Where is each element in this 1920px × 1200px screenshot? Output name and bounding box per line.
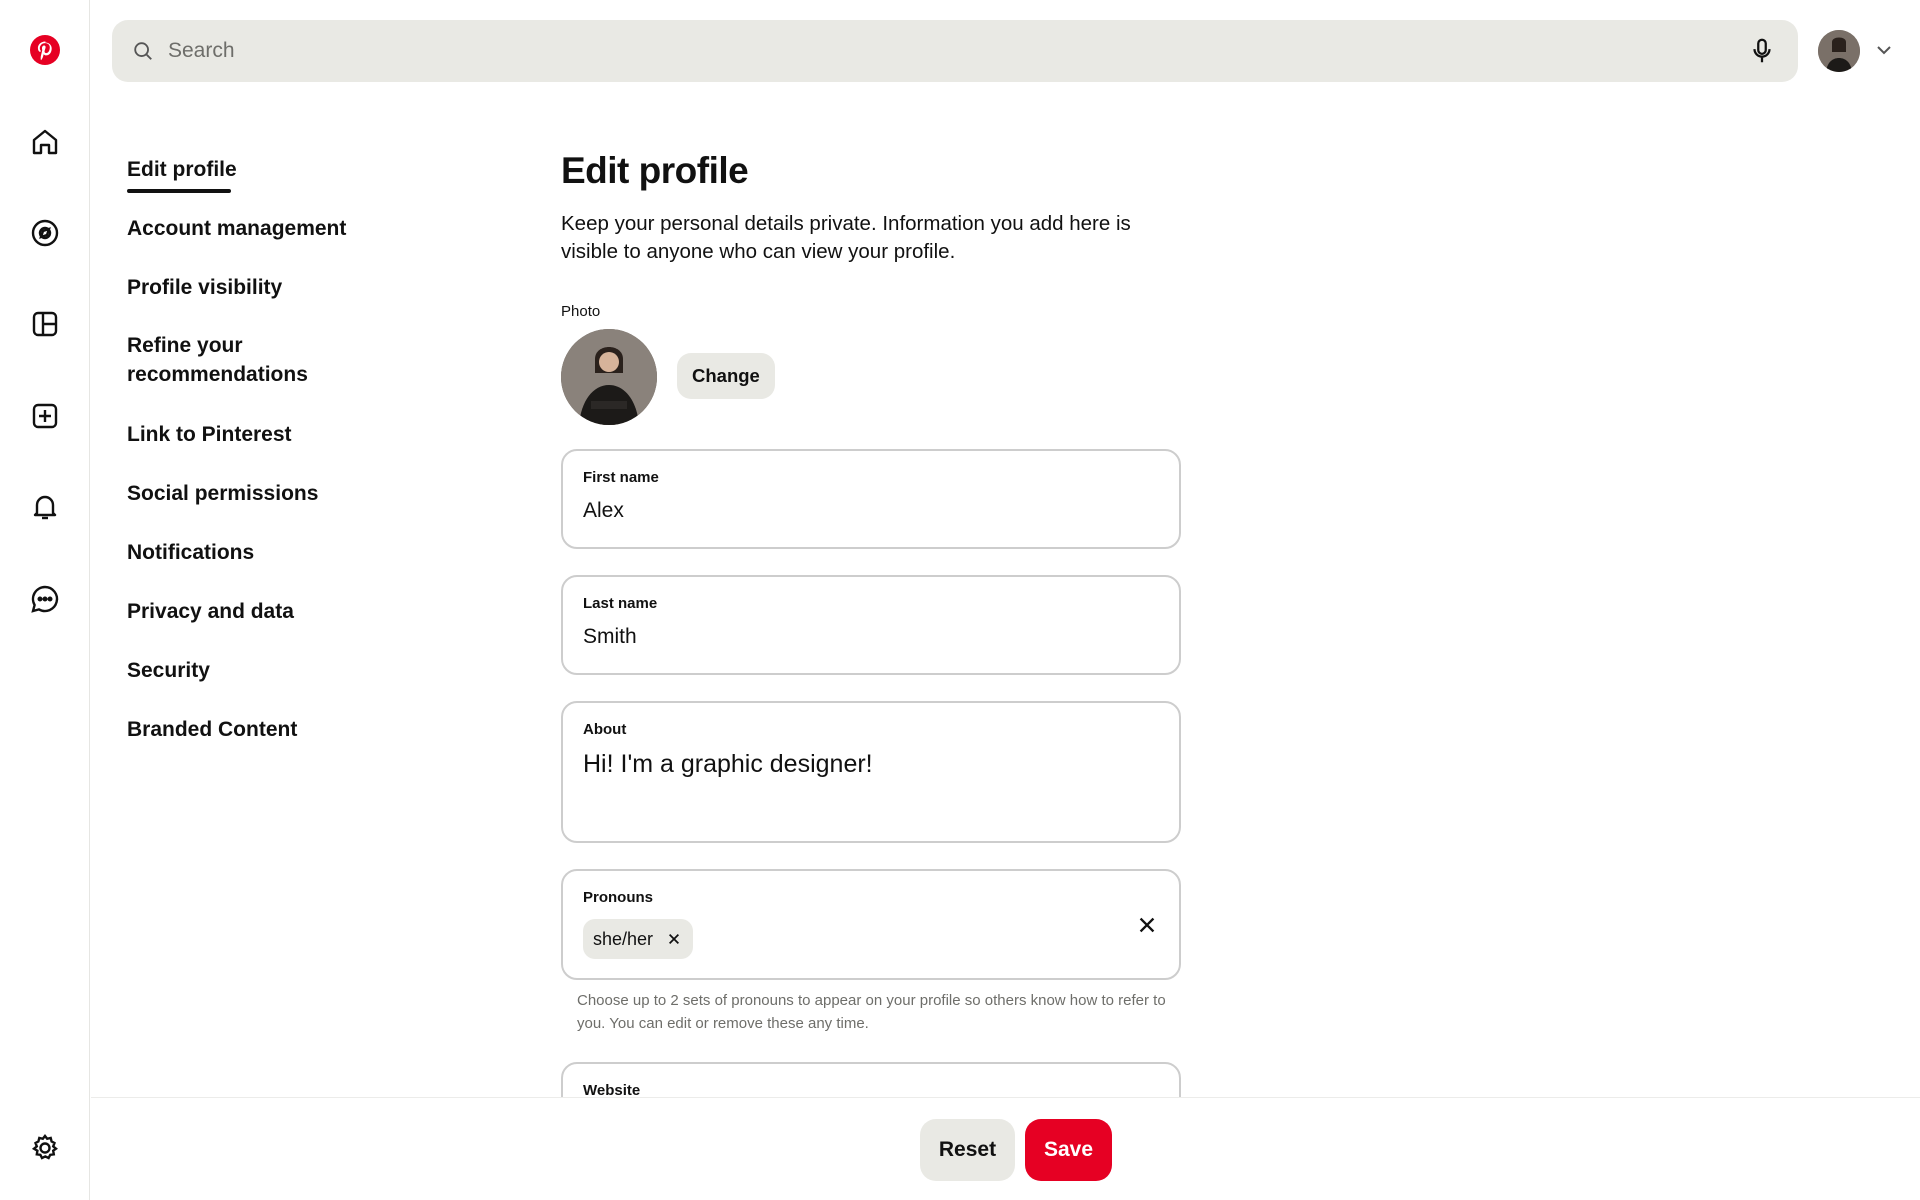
clear-pronouns-icon[interactable] [1133,911,1161,939]
microphone-icon[interactable] [1746,35,1778,67]
first-name-input[interactable]: Alex [583,499,1159,523]
about-label: About [583,721,627,738]
account-avatar[interactable] [1818,30,1860,72]
chevron-down-icon[interactable] [1872,38,1896,62]
boards-layout-icon[interactable] [23,302,67,346]
create-plus-icon[interactable] [23,394,67,438]
change-photo-button[interactable]: Change [677,353,775,399]
search-icon [132,39,156,63]
page-description: Keep your personal details private. Info… [561,212,1131,263]
first-name-label: First name [583,469,659,486]
nav-item-refine-recommendations[interactable]: Refine your recommendations [127,331,327,389]
left-rail [0,0,90,1200]
notifications-bell-icon[interactable] [23,485,67,529]
pronoun-chip-label: she/her [593,928,654,949]
save-button[interactable]: Save [1025,1119,1112,1181]
home-icon[interactable] [23,120,67,164]
app-root: Edit profile Account management Profile … [0,0,1920,1200]
remove-chip-icon[interactable] [667,931,683,947]
reset-button[interactable]: Reset [920,1119,1015,1181]
pronouns-field[interactable]: Pronouns she/her [561,869,1181,980]
nav-item-privacy-and-data[interactable]: Privacy and data [127,597,294,626]
search-input[interactable] [168,39,1746,63]
bottom-action-bar: Reset Save [91,1097,1920,1200]
nav-item-profile-visibility[interactable]: Profile visibility [127,273,282,302]
explore-compass-icon[interactable] [23,211,67,255]
search-bar[interactable] [112,20,1798,82]
about-textarea[interactable]: Hi! I'm a graphic designer! [583,749,1159,779]
nav-item-notifications[interactable]: Notifications [127,538,254,567]
nav-item-account-management[interactable]: Account management [127,214,346,243]
first-name-field[interactable]: First name Alex [561,449,1181,549]
page-title: Edit profile [561,150,749,191]
pronouns-helper-text: Choose up to 2 sets of pronouns to appea… [577,992,1166,1032]
last-name-input[interactable]: Smith [583,625,1159,649]
nav-item-branded-content[interactable]: Branded Content [127,715,297,744]
nav-item-security[interactable]: Security [127,656,210,685]
edit-profile-form: Edit profile Keep your personal details … [561,148,1181,1142]
last-name-label: Last name [583,595,658,612]
pronouns-label: Pronouns [583,889,653,906]
messages-chat-icon[interactable] [23,577,67,621]
nav-item-link-to-pinterest[interactable]: Link to Pinterest [127,420,292,449]
about-field[interactable]: About Hi! I'm a graphic designer! [561,701,1181,843]
settings-gear-icon[interactable] [23,1126,67,1170]
nav-item-social-permissions[interactable]: Social permissions [127,479,318,508]
photo-label: Photo [561,303,601,320]
pinterest-logo-icon[interactable] [23,28,67,72]
pronoun-chip: she/her [583,919,694,959]
last-name-field[interactable]: Last name Smith [561,575,1181,675]
profile-photo [561,329,657,425]
nav-item-edit-profile[interactable]: Edit profile [127,155,237,193]
